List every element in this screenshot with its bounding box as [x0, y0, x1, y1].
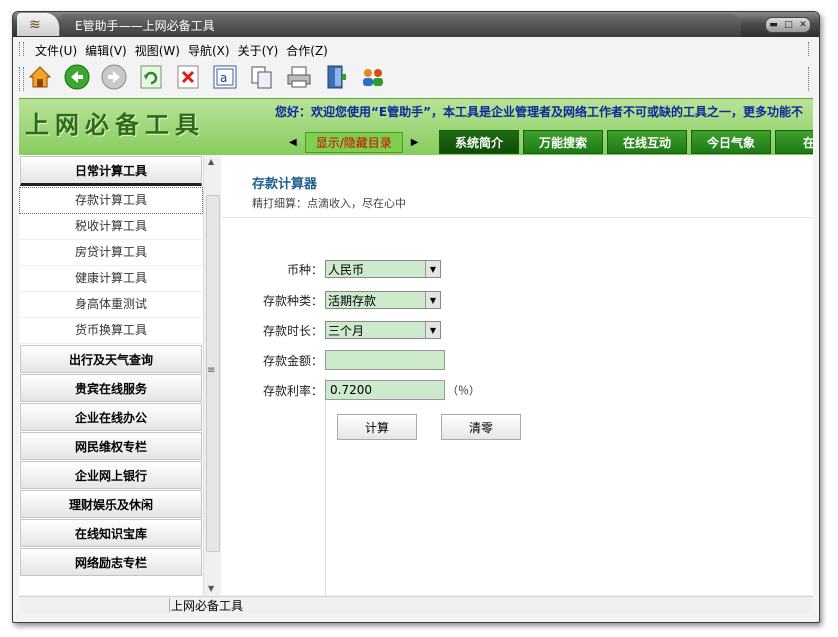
- sidebar-item-height-weight[interactable]: 身高体重测试: [19, 292, 203, 318]
- menu-file[interactable]: 文件(U): [35, 42, 77, 59]
- sidebar-item-deposit[interactable]: 存款计算工具: [19, 187, 203, 214]
- prev-arrow-icon[interactable]: ◀: [289, 137, 297, 148]
- chevron-down-icon[interactable]: ▼: [425, 292, 440, 308]
- scroll-down-icon[interactable]: ▼: [208, 584, 214, 593]
- minimize-icon[interactable]: ▬: [769, 20, 778, 30]
- sidebar-item-health[interactable]: 健康计算工具: [19, 266, 203, 292]
- banner: 上网必备工具 您好：欢迎您使用“E管助手”，本工具是企业管理者及网络工作者不可或…: [19, 98, 813, 156]
- deposit-term-row: 存款时长： 三个月 ▼: [221, 321, 441, 339]
- menu-bar: 文件(U) 编辑(V) 视图(W) 导航(X) 关于(Y) 合作(Z): [13, 40, 819, 58]
- exit-icon[interactable]: [323, 64, 349, 90]
- menu-navigate[interactable]: 导航(X): [188, 42, 230, 59]
- welcome-marquee: 您好：欢迎您使用“E管助手”，本工具是企业管理者及网络工作者不可或缺的工具之一，…: [275, 105, 803, 119]
- tab-system-intro[interactable]: 系统简介: [439, 130, 519, 154]
- svg-text:a: a: [220, 71, 227, 85]
- clear-button[interactable]: 清零: [441, 414, 521, 440]
- status-text: 上网必备工具: [171, 599, 244, 613]
- deposit-amount-row: 存款金额：: [221, 350, 445, 370]
- calculate-button[interactable]: 计算: [337, 414, 417, 440]
- refresh-icon[interactable]: [138, 64, 164, 90]
- close-icon[interactable]: ✕: [799, 20, 807, 30]
- tab-universal-search[interactable]: 万能搜索: [523, 130, 603, 154]
- sidebar-group-vip[interactable]: 贵宾在线服务: [20, 374, 202, 402]
- menu-about[interactable]: 关于(Y): [238, 42, 279, 59]
- window-controls: ▬ □ ✕: [765, 17, 811, 33]
- sidebar-group-knowledge[interactable]: 在线知识宝库: [20, 519, 202, 547]
- currency-select[interactable]: 人民币 ▼: [325, 260, 441, 278]
- deposit-term-select[interactable]: 三个月 ▼: [325, 321, 441, 339]
- copy-icon[interactable]: [249, 64, 275, 90]
- menu-edit[interactable]: 编辑(V): [85, 42, 127, 59]
- status-bar: 上网必备工具: [19, 596, 813, 613]
- users-icon[interactable]: [360, 64, 386, 90]
- percent-unit: （％）: [447, 384, 480, 397]
- page-title: 存款计算器: [252, 177, 318, 192]
- maximize-icon[interactable]: □: [784, 20, 793, 30]
- home-icon[interactable]: [27, 64, 53, 90]
- currency-label: 币种：: [286, 262, 323, 277]
- toggle-directory-button[interactable]: 显示/隐藏目录: [304, 131, 403, 153]
- sidebar-item-tax[interactable]: 税收计算工具: [19, 214, 203, 240]
- deposit-amount-input[interactable]: [325, 350, 445, 370]
- scroll-up-icon[interactable]: ▲: [208, 157, 214, 166]
- back-icon[interactable]: [64, 64, 90, 90]
- deposit-type-label: 存款种类：: [262, 293, 323, 308]
- page-subtitle: 精打细算：点滴收入，尽在心中: [252, 197, 406, 210]
- deposit-type-row: 存款种类： 活期存款 ▼: [221, 291, 441, 309]
- sidebar-scrollbar[interactable]: ▲ ≡ ▼: [203, 155, 221, 595]
- sidebar: 日常计算工具 存款计算工具 税收计算工具 房贷计算工具 健康计算工具 身高体重测…: [19, 155, 204, 595]
- sidebar-item-mortgage[interactable]: 房贷计算工具: [19, 240, 203, 266]
- sidebar-group-travel[interactable]: 出行及天气查询: [20, 345, 202, 373]
- sidebar-group-inspiration[interactable]: 网络励志专栏: [20, 548, 202, 576]
- deposit-type-select[interactable]: 活期存款 ▼: [325, 291, 441, 309]
- print-icon[interactable]: [286, 64, 312, 90]
- deposit-term-label: 存款时长：: [262, 323, 323, 338]
- tab-online[interactable]: 在线: [775, 130, 813, 154]
- find-icon[interactable]: a: [212, 64, 238, 90]
- scroll-grip-icon: ≡: [207, 365, 216, 376]
- menu-cooperate[interactable]: 合作(Z): [286, 42, 328, 59]
- next-arrow-icon[interactable]: ▶: [411, 137, 419, 148]
- menu-view[interactable]: 视图(W): [135, 42, 180, 59]
- stop-icon[interactable]: [175, 64, 201, 90]
- app-menu-icon[interactable]: ≋: [17, 13, 60, 36]
- interest-rate-input[interactable]: 0.7200: [325, 380, 445, 400]
- banner-title: 上网必备工具: [25, 110, 205, 139]
- chevron-down-icon[interactable]: ▼: [425, 322, 440, 338]
- currency-row: 币种： 人民币 ▼: [221, 260, 441, 278]
- deposit-calculator-panel: 存款计算器 精打细算：点滴收入，尽在心中 币种： 人民币 ▼ 存款种类： 活期存…: [221, 155, 813, 595]
- sidebar-group-finance[interactable]: 理财娱乐及休闲: [20, 490, 202, 518]
- toolbar: a: [13, 59, 819, 97]
- title-bar: ≋ E管助手——上网必备工具 ▬ □ ✕: [13, 12, 819, 37]
- tab-online-interaction[interactable]: 在线互动: [607, 130, 687, 154]
- forward-icon[interactable]: [101, 64, 127, 90]
- sidebar-item-currency[interactable]: 货币换算工具: [19, 318, 203, 344]
- sidebar-group-office[interactable]: 企业在线办公: [20, 403, 202, 431]
- interest-rate-row: 存款利率： 0.7200 （％）: [221, 380, 480, 400]
- window-title: E管助手——上网必备工具: [75, 19, 215, 33]
- banner-tabs: 系统简介 万能搜索 在线互动 今日气象 在线: [439, 130, 813, 154]
- interest-rate-label: 存款利率：: [262, 383, 323, 398]
- deposit-amount-label: 存款金额：: [262, 353, 323, 368]
- sidebar-group-bank[interactable]: 企业网上银行: [20, 461, 202, 489]
- app-window: ≋ E管助手——上网必备工具 ▬ □ ✕ 文件(U) 编辑(V) 视图(W) 导…: [12, 11, 820, 623]
- tab-today-weather[interactable]: 今日气象: [691, 130, 771, 154]
- sidebar-group-rights[interactable]: 网民维权专栏: [20, 432, 202, 460]
- sidebar-group-daily-tools[interactable]: 日常计算工具: [20, 156, 202, 186]
- chevron-down-icon[interactable]: ▼: [425, 261, 440, 277]
